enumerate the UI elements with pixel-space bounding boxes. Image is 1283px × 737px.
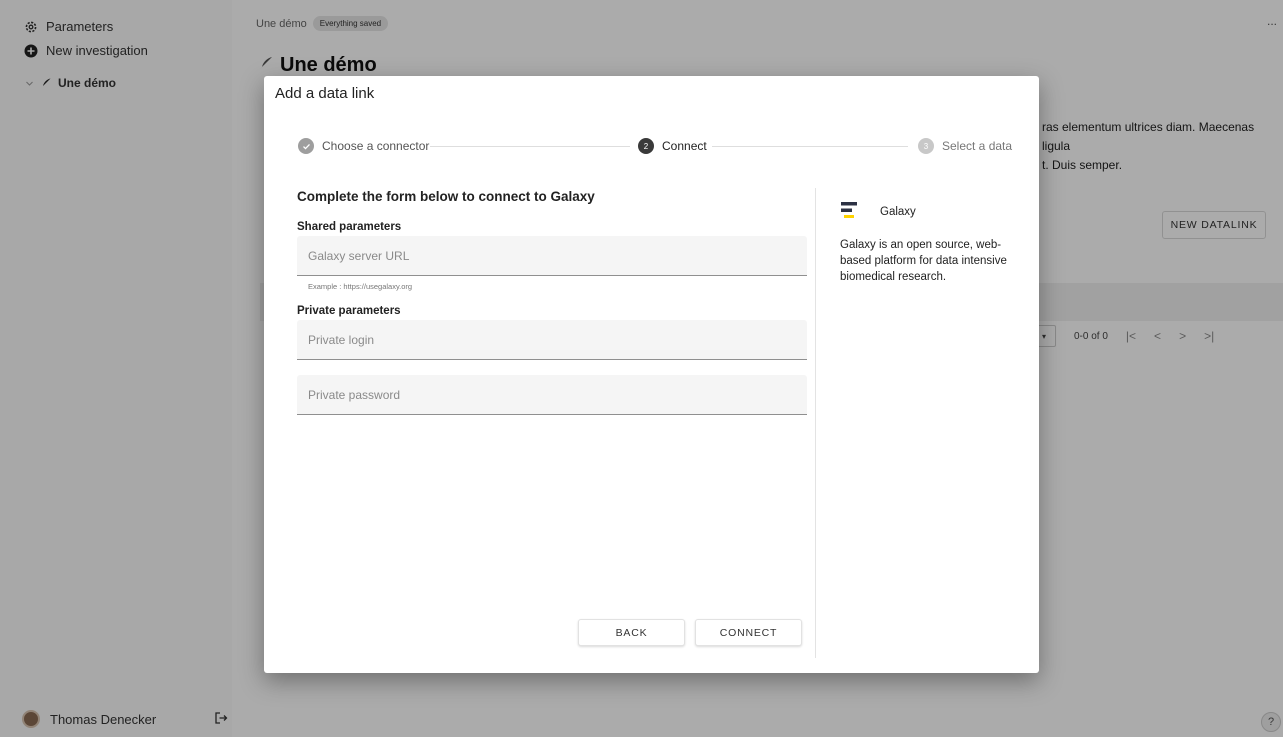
step-label: Choose a connector xyxy=(322,139,430,153)
galaxy-url-hint: Example : https://usegalaxy.org xyxy=(308,282,413,291)
step-connect: 2 Connect xyxy=(638,138,707,154)
connector-name: Galaxy xyxy=(880,205,916,218)
step-connector-line xyxy=(430,146,630,147)
stepper: Choose a connector 2 Connect 3 Select a … xyxy=(298,138,1012,156)
private-password-field[interactable] xyxy=(297,375,807,415)
pane-divider xyxy=(815,188,816,658)
form-heading: Complete the form below to connect to Ga… xyxy=(297,189,595,204)
step-label: Connect xyxy=(662,139,707,153)
private-login-field[interactable] xyxy=(297,320,807,360)
connector-header: Galaxy xyxy=(840,200,1025,223)
check-icon xyxy=(298,138,314,154)
step-number: 2 xyxy=(638,138,654,154)
connector-info: Galaxy Galaxy is an open source, web-bas… xyxy=(840,200,1025,285)
step-select-data: 3 Select a data xyxy=(918,138,1012,154)
step-label: Select a data xyxy=(942,139,1013,153)
galaxy-logo-icon xyxy=(840,200,860,223)
galaxy-url-input[interactable] xyxy=(308,248,807,263)
shared-parameters-label: Shared parameters xyxy=(297,221,402,233)
private-login-input[interactable] xyxy=(308,332,807,347)
private-password-input[interactable] xyxy=(308,387,807,402)
connect-button[interactable]: CONNECT xyxy=(695,619,802,646)
connector-description: Galaxy is an open source, web-based plat… xyxy=(840,239,1007,283)
step-connector-line xyxy=(712,146,908,147)
galaxy-url-field[interactable] xyxy=(297,236,807,276)
private-parameters-label: Private parameters xyxy=(297,305,401,317)
step-choose-connector[interactable]: Choose a connector xyxy=(298,138,429,154)
add-datalink-dialog: Add a data link Choose a connector 2 Con… xyxy=(264,76,1039,673)
back-button[interactable]: BACK xyxy=(578,619,685,646)
dialog-title: Add a data link xyxy=(275,85,375,102)
connection-form: Complete the form below to connect to Ga… xyxy=(297,189,807,415)
step-number: 3 xyxy=(918,138,934,154)
